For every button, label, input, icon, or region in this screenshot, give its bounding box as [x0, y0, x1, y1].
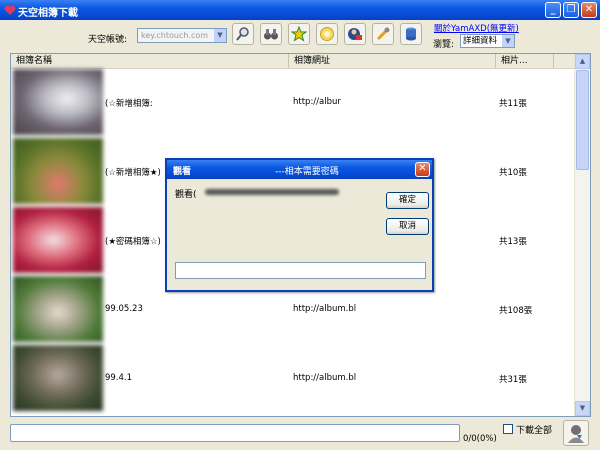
- album-thumbnail: [13, 276, 103, 342]
- album-name: 99.4.1: [105, 373, 133, 383]
- album-url: http://albur: [293, 97, 341, 107]
- download-count: 0/0(0%): [463, 434, 497, 444]
- dialog-title-bar: 觀看 ---相本需要密碼 ✕: [167, 160, 432, 179]
- restore-button[interactable]: ❐: [563, 2, 579, 18]
- album-url: http://album.bl: [293, 304, 357, 314]
- progress-bar: [10, 424, 460, 442]
- album-count: 共31張: [499, 375, 527, 385]
- column-header-photo-count[interactable]: 相片...: [496, 54, 554, 68]
- title-bar: 天空相簿下載 _ ❐ ✕: [0, 0, 600, 20]
- dialog-subtitle: ---相本需要密碼: [275, 167, 339, 177]
- binoculars-icon: [264, 29, 278, 40]
- dialog-close-button[interactable]: ✕: [415, 162, 430, 177]
- album-name: 99.05.23: [105, 304, 143, 314]
- ok-button[interactable]: 確定: [386, 192, 429, 209]
- password-dialog: 觀看 ---相本需要密碼 ✕ 觀看( 確定 取消: [165, 158, 434, 292]
- scroll-up-button[interactable]: ▲: [575, 54, 590, 69]
- album-count: 共108張: [499, 306, 533, 316]
- database-button[interactable]: [400, 23, 422, 45]
- download-all-checkbox[interactable]: [503, 424, 513, 434]
- album-thumbnail: [13, 207, 103, 273]
- list-header: 相簿名稱 相簿網址 相片...: [11, 54, 576, 69]
- toolbar: 天空帳號: key.chtouch.com ▼ 關於YamAXD(無更新) 瀏覽…: [0, 20, 600, 53]
- tools-icon: [376, 27, 390, 41]
- account-select[interactable]: key.chtouch.com ▼: [137, 28, 227, 43]
- favorite-button[interactable]: [288, 23, 310, 45]
- binoculars-button[interactable]: [260, 23, 282, 45]
- star-add-icon: [291, 26, 307, 42]
- download-user-icon: [568, 425, 584, 443]
- album-count: 共10張: [499, 168, 527, 178]
- user-web-icon: [348, 28, 362, 40]
- chevron-down-icon: ▼: [214, 29, 226, 42]
- album-name: (★密碼相簿☆): [105, 237, 161, 247]
- close-button[interactable]: ✕: [581, 2, 597, 18]
- view-mode-select[interactable]: 詳細資料 ▼: [460, 34, 515, 48]
- password-input[interactable]: [175, 262, 426, 279]
- database-icon: [406, 27, 416, 41]
- search-button[interactable]: [232, 23, 254, 45]
- album-count: 共13張: [499, 237, 527, 247]
- download-button[interactable]: [563, 420, 589, 446]
- vertical-scrollbar[interactable]: ▲ ▼: [574, 54, 590, 416]
- chevron-down-icon: ▼: [502, 35, 514, 47]
- tools-button[interactable]: [372, 23, 394, 45]
- heart-icon: [4, 5, 16, 15]
- redacted-album-name: [205, 189, 339, 195]
- view-label: 瀏覽:: [433, 40, 455, 50]
- download-all-label[interactable]: 下載全部: [516, 423, 552, 436]
- column-header-album-name[interactable]: 相簿名稱: [11, 54, 289, 68]
- album-name: (☆新增相簿:: [105, 99, 153, 109]
- user-web-button[interactable]: [344, 23, 366, 45]
- account-value: key.chtouch.com: [141, 31, 209, 40]
- album-thumbnail: [13, 345, 103, 411]
- status-bar: 0/0(0%) 下載全部: [0, 420, 600, 450]
- album-thumbnail: [13, 138, 103, 204]
- badge-icon: [320, 27, 334, 41]
- scrollbar-thumb[interactable]: [576, 70, 589, 170]
- album-thumbnail: [13, 69, 103, 135]
- window-title: 天空相簿下載: [18, 8, 78, 19]
- search-icon: [236, 27, 249, 41]
- album-count: 共11張: [499, 99, 527, 109]
- column-header-album-url[interactable]: 相簿網址: [289, 54, 496, 68]
- table-row[interactable]: 99.4.1 http://album.bl 共31張: [11, 345, 576, 413]
- account-label: 天空帳號:: [88, 35, 128, 45]
- table-row[interactable]: (☆新增相簿: http://albur 共11張: [11, 69, 576, 137]
- cancel-button[interactable]: 取消: [386, 218, 429, 235]
- dialog-title: 觀看: [173, 167, 192, 177]
- badge-button[interactable]: [316, 23, 338, 45]
- album-url: http://album.bl: [293, 373, 357, 383]
- dialog-prompt: 觀看(: [175, 190, 197, 200]
- about-link[interactable]: 關於YamAXD(無更新): [434, 22, 519, 34]
- minimize-button[interactable]: _: [545, 2, 561, 18]
- view-mode-value: 詳細資料: [463, 36, 498, 46]
- scroll-down-button[interactable]: ▼: [575, 401, 590, 416]
